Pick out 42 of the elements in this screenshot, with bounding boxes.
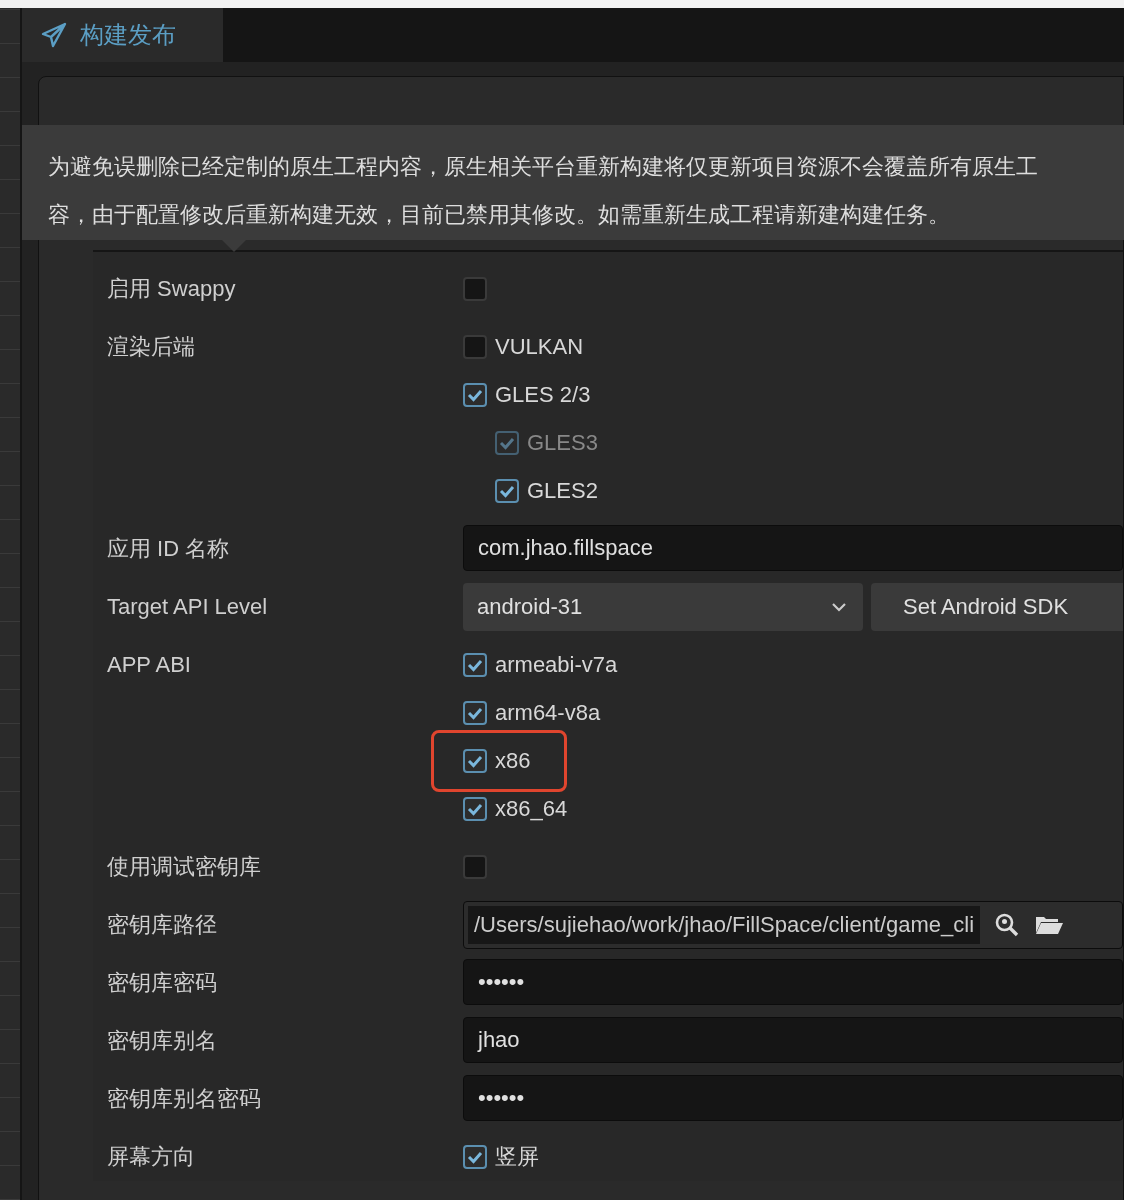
text-field[interactable]: com.jhao.fillspace	[463, 525, 1123, 571]
checkbox[interactable]	[463, 277, 487, 301]
field-label: Target API Level	[107, 593, 269, 621]
option-label: GLES 2/3	[495, 382, 591, 408]
set-sdk-button[interactable]: Set Android SDK	[871, 583, 1123, 631]
option-label: armeabi-v7a	[495, 652, 618, 678]
option-label: x86	[495, 748, 531, 774]
field-label: 密钥库别名密码	[107, 1085, 262, 1113]
field-label: 密钥库路径	[107, 911, 218, 939]
build-tab[interactable]: 构建发布	[22, 8, 223, 62]
field-label: 屏幕方向	[107, 1143, 196, 1171]
paper-plane-icon	[40, 21, 68, 49]
field-label: APP ABI	[107, 651, 192, 679]
option-label: x86_64	[495, 796, 568, 822]
option-label: arm64-v8a	[495, 700, 601, 726]
text-field[interactable]: jhao	[463, 1017, 1123, 1063]
field-label: 启用 Swappy	[107, 275, 237, 303]
text-field[interactable]: ••••••	[463, 959, 1123, 1005]
option-label: VULKAN	[495, 334, 584, 360]
field-label: 渲染后端	[107, 333, 196, 361]
field-label: 应用 ID 名称	[107, 535, 231, 563]
field-label: 密钥库密码	[107, 969, 218, 997]
checkbox[interactable]	[463, 383, 487, 407]
api-level-dropdown[interactable]: android-31	[463, 583, 863, 631]
checkbox[interactable]	[463, 797, 487, 821]
option-label: GLES3	[527, 430, 598, 456]
field-label: 密钥库别名	[107, 1027, 218, 1055]
checkbox[interactable]	[463, 855, 487, 879]
option-label: GLES2	[527, 478, 598, 504]
checkbox[interactable]	[463, 749, 487, 773]
checkbox[interactable]	[463, 1145, 487, 1169]
path-field[interactable]: /Users/sujiehao/work/jhao/FillSpace/client/game_cli	[463, 901, 1123, 949]
checkbox[interactable]	[463, 335, 487, 359]
field-label: 使用调试密钥库	[107, 853, 262, 881]
tooltip-text: 容，由于配置修改后重新构建无效，目前已禁用其修改。如需重新生成工程请新建构建任务。	[48, 201, 951, 229]
option-label: 竖屏	[495, 1143, 539, 1171]
search-icon[interactable]	[994, 912, 1021, 938]
checkbox[interactable]	[463, 653, 487, 677]
tooltip-text: 为避免误删除已经定制的原生工程内容，原生相关平台重新构建将仅更新项目资源不会覆盖所有原生工	[48, 153, 1039, 181]
checkbox[interactable]	[495, 479, 519, 503]
checkbox[interactable]	[463, 701, 487, 725]
text-field[interactable]: ••••••	[463, 1075, 1123, 1121]
